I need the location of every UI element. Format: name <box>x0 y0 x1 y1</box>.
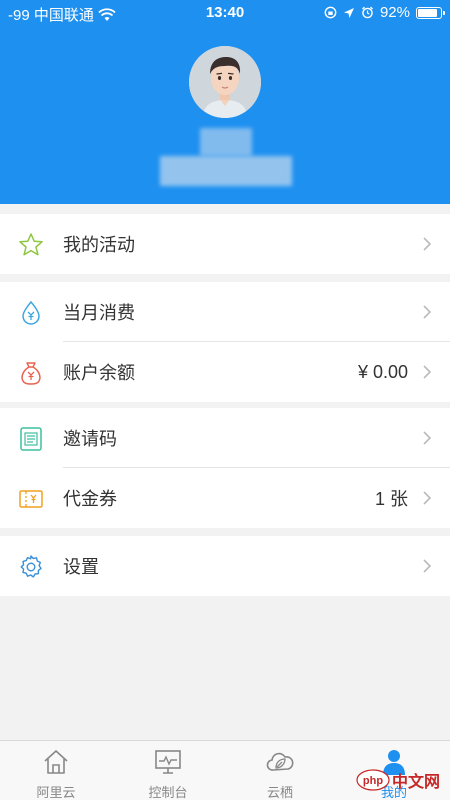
menu-item-monthly-spend[interactable]: 当月消费 <box>0 282 450 342</box>
watermark-text: 中文网 <box>392 774 441 791</box>
tab-console-label: 控制台 <box>148 785 188 800</box>
menu-item-invite-code[interactable]: 邀请码 <box>0 408 450 468</box>
location-arrow-icon <box>343 7 354 18</box>
avatar[interactable] <box>189 46 261 118</box>
battery-level <box>418 8 438 17</box>
menu-item-settings[interactable]: 设置 <box>0 536 450 596</box>
activities-label: 我的活动 <box>63 235 135 255</box>
tab-yunqi-label: 云栖 <box>266 785 293 800</box>
drop-yen-icon <box>22 300 40 325</box>
settings-label: 设置 <box>63 557 99 577</box>
menu-item-voucher[interactable]: 代金券 1 张 <box>0 468 450 528</box>
voucher-label: 代金券 <box>63 489 117 509</box>
menu-item-activities[interactable]: 我的活动 <box>0 214 450 274</box>
status-bar: -99 中国联通 13:40 92% <box>0 0 450 26</box>
balance-label: 账户余额 <box>63 363 135 383</box>
profile-header: -99 中国联通 13:40 92% <box>0 0 450 204</box>
avatar-illustration <box>189 46 261 118</box>
chevron-right-icon <box>423 431 432 445</box>
home-icon <box>44 750 68 774</box>
php-logo-icon: php <box>356 769 390 791</box>
tab-aliyun-label: 阿里云 <box>36 785 76 800</box>
status-right: 92% <box>324 4 445 21</box>
cloud-leaf-icon <box>266 752 294 771</box>
chevron-right-icon <box>423 365 432 379</box>
money-bag-icon <box>21 362 41 385</box>
tab-aliyun[interactable]: 阿里云 <box>0 741 112 800</box>
menu-group-settings: 设置 <box>0 536 450 596</box>
username-blurred <box>200 128 252 156</box>
chevron-right-icon <box>423 305 432 319</box>
tab-yunqi[interactable]: 云栖 <box>224 741 336 800</box>
site-watermark: php 中文网 <box>356 768 444 792</box>
rotation-lock-icon <box>324 6 337 19</box>
monitor-icon <box>155 750 181 774</box>
menu-group-activities: 我的活动 <box>0 214 450 274</box>
menu-item-balance[interactable]: 账户余额 ¥ 0.00 <box>0 342 450 402</box>
account-id-blurred <box>160 156 292 186</box>
battery-percent: 92% <box>379 4 410 21</box>
star-icon <box>19 233 43 256</box>
chevron-right-icon <box>423 237 432 251</box>
php-logo-text: php <box>363 775 383 787</box>
balance-value: ¥ 0.00 <box>357 361 408 382</box>
battery-icon <box>416 6 445 19</box>
document-icon <box>20 427 42 451</box>
menu-group-billing: 当月消费 账户余额 ¥ 0.00 <box>0 282 450 402</box>
invite-code-label: 邀请码 <box>63 429 117 449</box>
gear-icon <box>20 555 42 578</box>
voucher-count: 1 张 <box>374 489 408 509</box>
alarm-icon <box>362 6 373 19</box>
chevron-right-icon <box>423 491 432 505</box>
tab-console[interactable]: 控制台 <box>112 741 224 800</box>
monthly-spend-label: 当月消费 <box>63 303 135 323</box>
ticket-icon <box>19 490 43 508</box>
menu-group-codes: 邀请码 代金券 1 张 <box>0 408 450 528</box>
chevron-right-icon <box>423 559 432 573</box>
